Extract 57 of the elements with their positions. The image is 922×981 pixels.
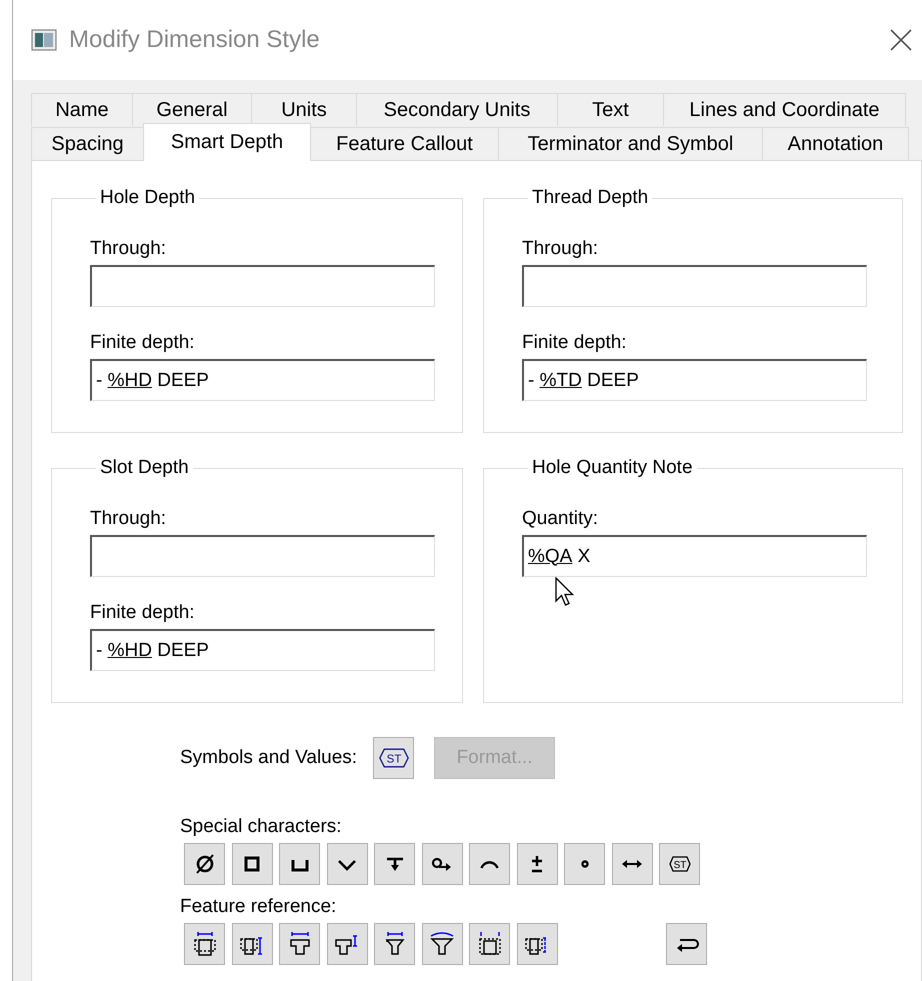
taper-arc-icon [429, 931, 455, 957]
symbol-button[interactable] [469, 843, 510, 885]
tab[interactable]: Smart Depth [143, 123, 311, 161]
field-label: Finite depth: [522, 331, 628, 355]
section-label: Feature reference: [180, 895, 338, 919]
symbol-button[interactable] [564, 843, 605, 885]
input-field[interactable]: - %HD DEEP [90, 359, 435, 401]
symbol-button[interactable] [374, 843, 415, 885]
field-label: Finite depth: [90, 601, 196, 625]
input-field[interactable]: - %HD DEEP [90, 629, 435, 671]
group-title: Hole Depth [99, 187, 196, 209]
group-title: Hole Quantity Note [531, 457, 694, 479]
feature-button[interactable] [279, 923, 320, 965]
field-label: Finite depth: [90, 331, 196, 355]
symbol-button[interactable] [516, 843, 558, 885]
mouse-pointer-icon [555, 577, 575, 607]
tab[interactable]: Spacing [31, 127, 144, 160]
group-title: Thread Depth [531, 187, 650, 209]
window-title: Modify Dimension Style [69, 26, 321, 54]
feature-button[interactable] [326, 923, 368, 965]
input-field[interactable] [90, 265, 435, 307]
feature-button[interactable] [666, 923, 707, 965]
input-field[interactable]: - %TD DEEP [522, 359, 867, 401]
tab[interactable]: Lines and Coordinate [663, 93, 906, 126]
feature-button[interactable] [232, 923, 272, 965]
feature-button[interactable] [422, 923, 462, 965]
dashed-box-width-icon [476, 931, 502, 957]
close-icon[interactable] [890, 29, 912, 51]
feature-button[interactable] [184, 923, 225, 965]
field-label: Through: [90, 507, 168, 531]
symbol-button[interactable] [279, 843, 320, 885]
group-title: Slot Depth [99, 457, 190, 479]
section-label: Special characters: [180, 815, 343, 839]
small-circle-icon [580, 860, 588, 868]
symbol-button[interactable] [612, 843, 652, 885]
tab[interactable]: Name [31, 93, 133, 126]
feature-button[interactable] [469, 923, 510, 965]
symbol-button[interactable] [232, 843, 272, 885]
input-field[interactable] [90, 535, 435, 577]
field-label: Quantity: [522, 507, 600, 531]
symbol-button[interactable]: ST [373, 737, 414, 779]
symbol-button[interactable]: ST [659, 843, 700, 885]
box-width-icon [192, 931, 218, 957]
feature-button[interactable] [374, 923, 415, 965]
tab[interactable]: Annotation [762, 127, 909, 160]
input-field[interactable]: %QA X [522, 535, 867, 577]
symbol-button[interactable] [184, 843, 225, 885]
arc-icon [480, 858, 499, 870]
field-label: Through: [522, 237, 600, 261]
hexagon-icon: ST [378, 747, 409, 769]
window-app-icon [31, 29, 57, 51]
symbols-label: Symbols and Values: [180, 747, 358, 769]
input-field[interactable] [522, 265, 867, 307]
symbol-button[interactable] [326, 843, 368, 885]
field-label: Through: [90, 237, 168, 261]
feature-button[interactable] [516, 923, 558, 965]
symbol-button[interactable] [422, 843, 462, 885]
